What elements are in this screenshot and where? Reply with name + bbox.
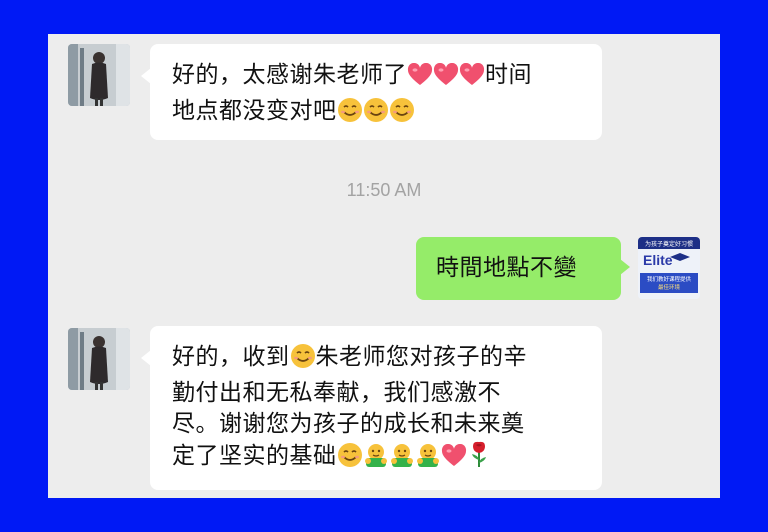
message-text: 好的，太感谢朱老师了 <box>172 62 407 88</box>
poster-brand: Elite <box>643 252 673 268</box>
message-text: 时间 <box>485 62 532 88</box>
smile-icon <box>337 97 363 132</box>
contact-avatar[interactable] <box>68 328 130 390</box>
heart-icon <box>433 62 459 96</box>
heart-icon <box>441 443 467 477</box>
message-text: 好的，收到 <box>172 344 290 370</box>
hug-icon <box>415 442 441 477</box>
person-photo-icon <box>68 328 130 390</box>
smile-icon <box>363 97 389 132</box>
smile-icon <box>337 442 363 477</box>
contact-avatar[interactable] <box>68 44 130 106</box>
message-text: 尽。谢谢您为孩子的成长和未来奠 <box>172 411 525 437</box>
school-poster-icon: 为孩子奠定好习惯 Elite 我们教好课程提供 最佳环境 <box>638 237 700 299</box>
heart-icon <box>407 62 433 96</box>
message-text: 定了坚实的基础 <box>172 443 337 469</box>
message-timestamp: 11:50 AM <box>346 180 422 200</box>
poster-sub-line2: 最佳环境 <box>658 283 681 291</box>
poster-top-text: 为孩子奠定好习惯 <box>645 240 693 248</box>
smile-icon <box>389 97 415 132</box>
person-photo-icon <box>68 44 130 106</box>
message-bubble-outgoing[interactable]: 時間地點不變 <box>416 237 630 300</box>
hug-icon <box>363 442 389 477</box>
message-text: 勤付出和无私奉献，我们感激不 <box>172 380 501 406</box>
smile-icon <box>290 343 316 378</box>
message-text: 時間地點不變 <box>436 255 577 281</box>
poster-sub-line1: 我们教好课程提供 <box>647 275 692 283</box>
chat-window: 好的，太感谢朱老师了 时间 地点都没变对吧 11:50 AM 時間地點不變 为孩子… <box>48 34 720 498</box>
hug-icon <box>389 442 415 477</box>
my-avatar[interactable]: 为孩子奠定好习惯 Elite 我们教好课程提供 最佳环境 <box>638 237 700 299</box>
message-text: 朱老师您对孩子的辛 <box>315 344 527 370</box>
message-text: 地点都没变对吧 <box>172 98 337 124</box>
heart-icon <box>459 62 485 96</box>
rose-icon <box>467 440 491 477</box>
message-bubble-incoming[interactable]: 好的，太感谢朱老师了 时间 地点都没变对吧 <box>141 44 602 140</box>
message-bubble-incoming[interactable]: 好的，收到 朱老师您对孩子的辛 勤付出和无私奉献，我们感激不 尽。谢谢您为孩子的成… <box>141 326 602 490</box>
